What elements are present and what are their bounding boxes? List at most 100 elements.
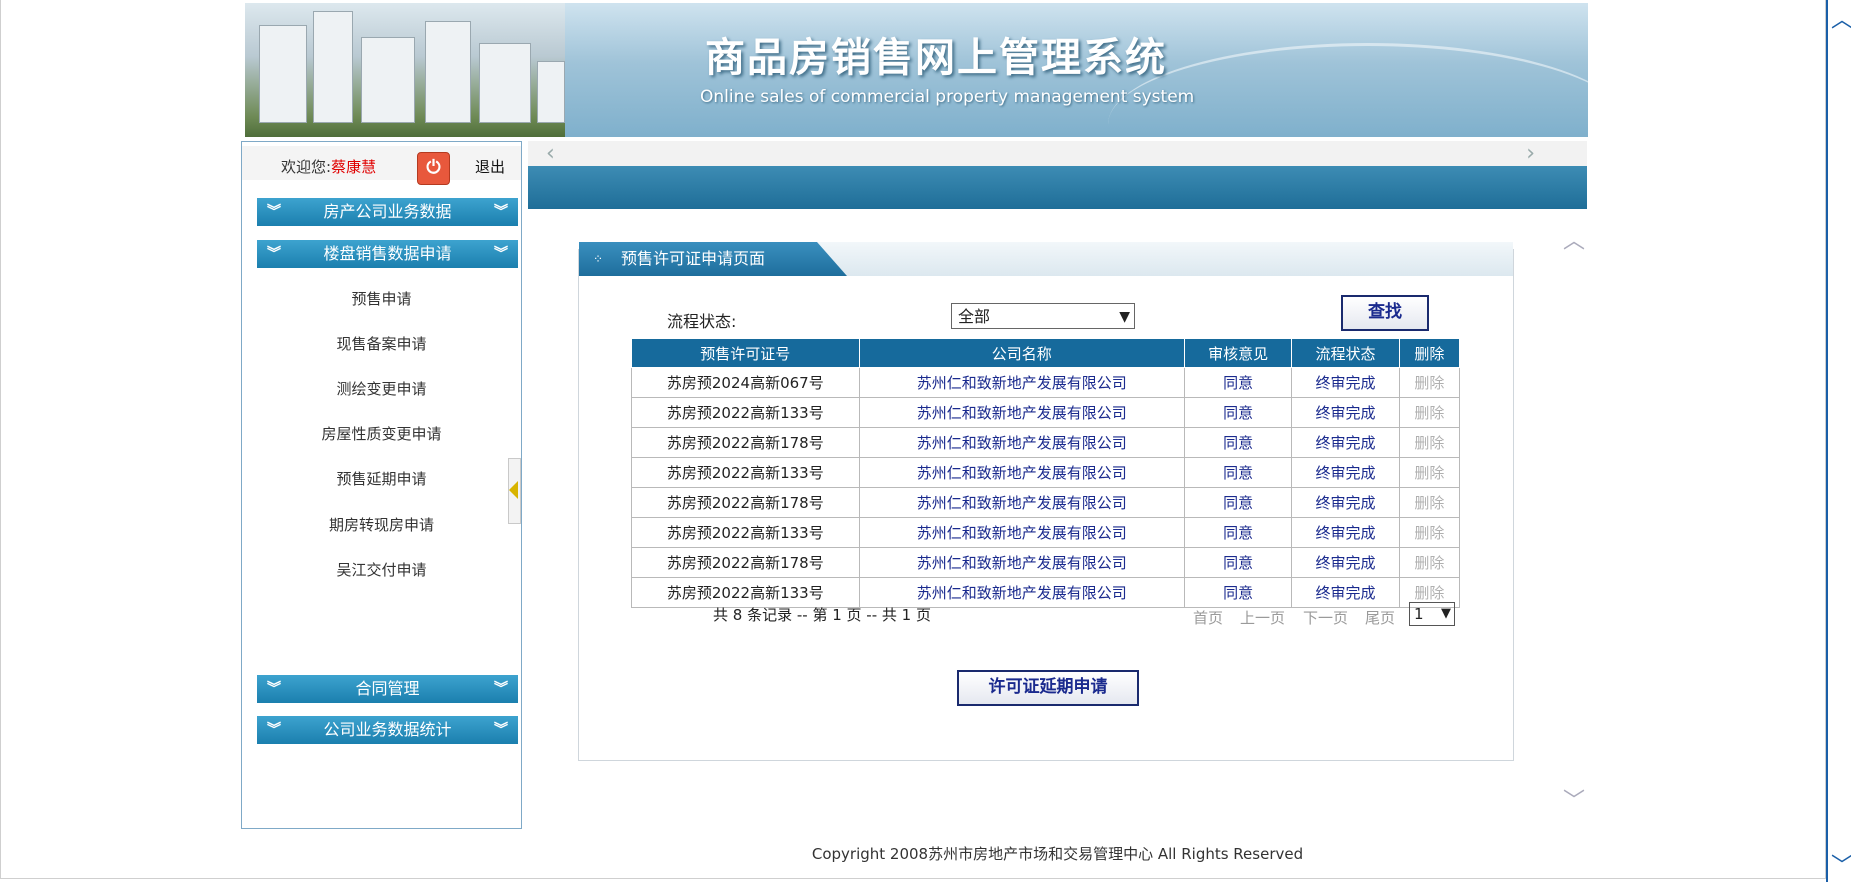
page-select-value: 1	[1414, 605, 1424, 623]
company-link[interactable]: 苏州仁和致新地产发展有限公司	[858, 457, 1186, 488]
company-link[interactable]: 苏州仁和致新地产发展有限公司	[858, 517, 1186, 548]
power-icon[interactable]: ⏻	[417, 152, 450, 185]
filter-label: 流程状态:	[667, 312, 737, 331]
pager-next[interactable]: 下一页	[1303, 607, 1348, 628]
company-link[interactable]: 苏州仁和致新地产发展有限公司	[858, 427, 1186, 458]
opinion-link[interactable]: 同意	[1183, 487, 1293, 518]
sidebar-item-presale[interactable]: 预售申请	[242, 288, 521, 309]
col-header-opinion: 审核意见	[1183, 338, 1293, 368]
header-banner: 商品房销售网上管理系统 Online sales of commercial p…	[245, 3, 1588, 137]
system-title-en: Online sales of commercial property mana…	[700, 87, 1195, 107]
logout-link[interactable]: 退出	[475, 156, 505, 177]
status-link[interactable]: 终审完成	[1291, 487, 1400, 518]
content-frame: ‹ › ︿ ﹀ ⁘ 预售许可证申请页面 流程状态: 全部 ▼ 查找 预售许可证号…	[528, 141, 1587, 827]
status-link[interactable]: 终审完成	[1291, 367, 1400, 398]
scroll-down-icon[interactable]: ﹀	[1563, 783, 1585, 815]
welcome-text: 欢迎您:蔡康慧	[281, 156, 376, 177]
chevron-down-icon: ︾	[267, 681, 281, 697]
company-link[interactable]: 苏州仁和致新地产发展有限公司	[858, 487, 1186, 518]
sidebar-item-spot-sale[interactable]: 现售备案申请	[242, 333, 521, 354]
table-row: 苏房预2022高新133号 苏州仁和致新地产发展有限公司 同意 终审完成 删除	[631, 577, 1461, 608]
cert-cell: 苏房预2022高新178号	[631, 427, 860, 458]
sidebar-item-presale-extension[interactable]: 预售延期申请	[242, 468, 521, 489]
sidebar-item-property-change[interactable]: 房屋性质变更申请	[242, 423, 521, 444]
table-row: 苏房预2022高新178号 苏州仁和致新地产发展有限公司 同意 终审完成 删除	[631, 427, 1461, 458]
scroll-up-icon[interactable]: ︿	[1563, 223, 1585, 255]
menu-group-label: 合同管理	[355, 679, 420, 698]
tab-bar: ‹ ›	[528, 141, 1587, 167]
system-title: 商品房销售网上管理系统	[705, 34, 1167, 81]
status-select-value: 全部	[958, 307, 991, 326]
menu-group-statistics[interactable]: ︾ 公司业务数据统计 ︾	[257, 716, 518, 744]
company-link[interactable]: 苏州仁和致新地产发展有限公司	[858, 397, 1186, 428]
delete-link[interactable]: 删除	[1398, 427, 1461, 458]
table-header-row: 预售许可证号 公司名称 审核意见 流程状态 删除	[631, 338, 1461, 368]
window-scrollbar[interactable]: ︿ ﹀	[1826, 0, 1851, 882]
menu-group-sales-apply[interactable]: ︾ 楼盘销售数据申请 ︾	[257, 240, 518, 268]
cert-cell: 苏房预2022高新133号	[631, 517, 860, 548]
pager-first[interactable]: 首页	[1193, 607, 1223, 628]
table-row: 苏房预2022高新133号 苏州仁和致新地产发展有限公司 同意 终审完成 删除	[631, 457, 1461, 488]
status-link[interactable]: 终审完成	[1291, 577, 1400, 608]
chevron-right-icon[interactable]: ›	[1526, 141, 1535, 166]
triangle-left-icon	[509, 481, 518, 499]
chevron-up-icon[interactable]: ︿	[1831, 2, 1851, 34]
pager-prev[interactable]: 上一页	[1240, 607, 1285, 628]
footer-copyright: Copyright 2008苏州市房地产市场和交易管理中心 All Rights…	[811, 845, 1304, 863]
chevron-down-icon: ▼	[1441, 606, 1451, 621]
table-row: 苏房预2022高新133号 苏州仁和致新地产发展有限公司 同意 终审完成 删除	[631, 517, 1461, 548]
status-link[interactable]: 终审完成	[1291, 397, 1400, 428]
chevron-down-icon: ︾	[494, 246, 508, 262]
sidebar-item-wujiang-delivery[interactable]: 吴江交付申请	[242, 559, 521, 580]
welcome-bar: 欢迎您:蔡康慧 ⏻ 退出	[242, 146, 521, 185]
delete-link[interactable]: 删除	[1398, 457, 1461, 488]
delete-link[interactable]: 删除	[1398, 517, 1461, 548]
delete-link[interactable]: 删除	[1398, 547, 1461, 578]
col-header-cert: 预售许可证号	[631, 338, 860, 368]
sidebar-item-future-to-existing[interactable]: 期房转现房申请	[242, 514, 521, 535]
welcome-label: 欢迎您:	[281, 158, 332, 176]
opinion-link[interactable]: 同意	[1183, 517, 1293, 548]
company-link[interactable]: 苏州仁和致新地产发展有限公司	[858, 577, 1186, 608]
panel-title: 预售许可证申请页面	[621, 249, 766, 268]
chevron-down-icon: ︾	[494, 204, 508, 220]
col-header-delete: 删除	[1398, 338, 1461, 368]
opinion-link[interactable]: 同意	[1183, 457, 1293, 488]
opinion-link[interactable]: 同意	[1183, 577, 1293, 608]
status-select[interactable]: 全部 ▼	[951, 303, 1135, 329]
status-link[interactable]: 终审完成	[1291, 517, 1400, 548]
chevron-down-icon: ︾	[494, 722, 508, 738]
col-header-company: 公司名称	[858, 338, 1186, 368]
delete-link[interactable]: 删除	[1398, 367, 1461, 398]
opinion-link[interactable]: 同意	[1183, 547, 1293, 578]
chevron-left-icon[interactable]: ‹	[546, 141, 555, 166]
grid-dots-icon: ⁘	[593, 252, 604, 266]
menu-group-company-data[interactable]: ︾ 房产公司业务数据 ︾	[257, 198, 518, 226]
delete-link[interactable]: 删除	[1398, 397, 1461, 428]
buildings-image	[245, 3, 565, 137]
panel-header: ⁘ 预售许可证申请页面	[579, 242, 1513, 276]
sidebar-item-survey-change[interactable]: 测绘变更申请	[242, 378, 521, 399]
page-select[interactable]: 1 ▼	[1409, 602, 1455, 626]
license-extension-button[interactable]: 许可证延期申请	[957, 670, 1139, 706]
cert-cell: 苏房预2022高新133号	[631, 577, 860, 608]
company-link[interactable]: 苏州仁和致新地产发展有限公司	[858, 367, 1186, 398]
company-link[interactable]: 苏州仁和致新地产发展有限公司	[858, 547, 1186, 578]
pager-last[interactable]: 尾页	[1365, 607, 1395, 628]
delete-link[interactable]: 删除	[1398, 487, 1461, 518]
presale-table: 预售许可证号 公司名称 审核意见 流程状态 删除 苏房预2024高新067号 苏州…	[631, 338, 1461, 608]
status-link[interactable]: 终审完成	[1291, 427, 1400, 458]
search-button[interactable]: 查找	[1341, 295, 1429, 331]
chevron-down-icon[interactable]: ﹀	[1831, 848, 1851, 880]
status-link[interactable]: 终审完成	[1291, 547, 1400, 578]
menu-group-contract[interactable]: ︾ 合同管理 ︾	[257, 675, 518, 703]
status-link[interactable]: 终审完成	[1291, 457, 1400, 488]
tab-band	[528, 166, 1587, 209]
sidebar: 欢迎您:蔡康慧 ⏻ 退出 ︾ 房产公司业务数据 ︾ ︾ 楼盘销售数据申请 ︾ 预…	[241, 141, 522, 829]
opinion-link[interactable]: 同意	[1183, 427, 1293, 458]
sidebar-collapse-toggle[interactable]	[508, 458, 521, 524]
opinion-link[interactable]: 同意	[1183, 367, 1293, 398]
chevron-down-icon: ︾	[494, 681, 508, 697]
menu-group-label: 楼盘销售数据申请	[323, 244, 452, 263]
opinion-link[interactable]: 同意	[1183, 397, 1293, 428]
